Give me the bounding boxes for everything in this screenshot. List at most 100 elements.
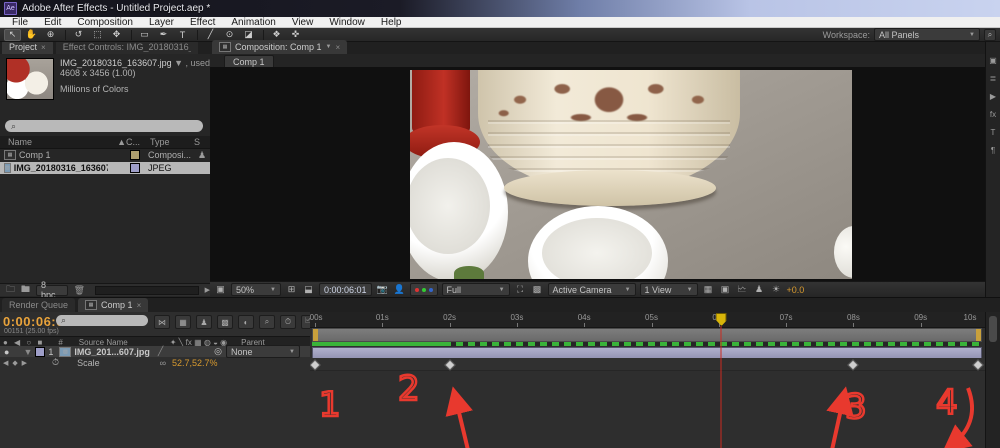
grid-options-icon[interactable]: ▦ bbox=[702, 284, 715, 295]
keyframe-track[interactable] bbox=[310, 358, 985, 371]
work-area-end-handle[interactable] bbox=[976, 329, 981, 341]
tab-render-queue[interactable]: Render Queue bbox=[2, 298, 75, 312]
hand-tool[interactable]: ✋ bbox=[23, 29, 40, 41]
timeline-search-input[interactable]: ⌕ bbox=[56, 315, 148, 326]
quality-icon[interactable]: ╱ bbox=[158, 346, 163, 357]
reset-exposure-icon[interactable]: ☀ bbox=[770, 284, 783, 295]
info-panel-icon[interactable]: ▣ bbox=[989, 56, 997, 65]
draft-3d-icon[interactable]: ▦ bbox=[175, 315, 191, 329]
column-c[interactable]: C... bbox=[126, 137, 150, 147]
effects-presets-panel-icon[interactable]: fx bbox=[990, 110, 996, 119]
interpret-footage-icon[interactable]: 🗀 bbox=[6, 282, 15, 298]
property-name[interactable]: Scale bbox=[77, 358, 100, 368]
tab-composition[interactable]: ▦ Composition: Comp 1 ▼ × bbox=[212, 40, 347, 54]
layer-name[interactable]: IMG_201...607.jpg bbox=[74, 347, 150, 357]
selection-tool[interactable]: ↖ bbox=[4, 29, 21, 41]
column-name[interactable]: Name ▲ bbox=[8, 137, 126, 147]
keyframe-diamond[interactable] bbox=[848, 359, 859, 370]
menu-file[interactable]: File bbox=[4, 17, 36, 28]
menu-window[interactable]: Window bbox=[321, 17, 373, 28]
horizontal-scrollbar[interactable] bbox=[95, 286, 199, 295]
show-snapshot-icon[interactable]: 👤 bbox=[393, 284, 406, 295]
pen-tool[interactable]: ✒ bbox=[155, 29, 172, 41]
region-of-interest-icon[interactable]: ⛶ bbox=[514, 284, 527, 295]
menu-help[interactable]: Help bbox=[373, 17, 410, 28]
close-icon[interactable]: × bbox=[137, 301, 142, 310]
close-icon[interactable]: × bbox=[41, 43, 46, 52]
workspace-dropdown[interactable]: All Panels ▼ bbox=[874, 28, 980, 41]
time-ruler[interactable]: :00s01s02s03s04s05s06s07s08s09s10s bbox=[310, 312, 985, 328]
shape-tool[interactable]: ▭ bbox=[136, 29, 153, 41]
chevron-down-icon[interactable]: ▼ bbox=[23, 347, 32, 357]
scrollbar-thumb[interactable] bbox=[989, 316, 997, 342]
snapshot-icon[interactable]: 📷 bbox=[376, 284, 389, 295]
always-preview-icon[interactable]: ▣ bbox=[214, 284, 227, 295]
roto-brush-tool[interactable]: ❖ bbox=[268, 29, 285, 41]
keyframe-navigator[interactable]: ◀ ◆ ▶ bbox=[3, 359, 28, 367]
menu-layer[interactable]: Layer bbox=[141, 17, 182, 28]
view-layout-dropdown[interactable]: 1 View▼ bbox=[640, 283, 698, 296]
keyframe-diamond[interactable] bbox=[310, 359, 321, 370]
menu-effect[interactable]: Effect bbox=[182, 17, 223, 28]
timeline-vertical-scrollbar[interactable] bbox=[985, 312, 1000, 448]
tab-timeline-comp1[interactable]: ▦ Comp 1× bbox=[78, 298, 148, 312]
layer-row[interactable]: ● ▼ 1 ▨ IMG_201...607.jpg ╱ ◎ None▼ bbox=[0, 346, 310, 357]
resolution-dropdown[interactable]: Full▼ bbox=[442, 283, 510, 296]
project-item-comp1[interactable]: ▦Comp 1 Composi... ♟ bbox=[0, 149, 210, 161]
new-folder-icon[interactable]: 🖿 bbox=[21, 282, 30, 298]
camera-dropdown[interactable]: Active Camera▼ bbox=[548, 283, 636, 296]
channel-icon[interactable] bbox=[410, 283, 438, 296]
work-area-bar[interactable] bbox=[312, 328, 982, 342]
frame-blend-icon[interactable]: ▩ bbox=[217, 315, 233, 329]
menu-edit[interactable]: Edit bbox=[36, 17, 69, 28]
eye-icon[interactable]: ● bbox=[4, 347, 9, 357]
menu-animation[interactable]: Animation bbox=[223, 17, 283, 28]
preview-panel-icon[interactable]: ▶ bbox=[990, 92, 996, 101]
auto-keyframe-icon[interactable]: ⏱ bbox=[280, 315, 296, 329]
rotation-tool[interactable]: ↺ bbox=[70, 29, 87, 41]
project-item-footage[interactable]: ▨IMG_20180316_163607.jpg JPEG bbox=[0, 162, 210, 174]
close-icon[interactable]: × bbox=[336, 43, 341, 52]
character-panel-icon[interactable]: T bbox=[991, 128, 996, 137]
parent-pickwhip-icon[interactable]: ◎ bbox=[214, 346, 222, 357]
menu-view[interactable]: View bbox=[284, 17, 322, 28]
viewer-timecode[interactable]: 0:00:06:01 bbox=[319, 283, 372, 296]
work-area-start-handle[interactable] bbox=[313, 329, 318, 341]
layer-label-swatch[interactable] bbox=[35, 347, 45, 357]
timeline-graph-area[interactable]: :00s01s02s03s04s05s06s07s08s09s10s bbox=[310, 312, 985, 448]
bit-depth-button[interactable]: 8 bpc bbox=[36, 285, 68, 296]
menu-composition[interactable]: Composition bbox=[69, 17, 141, 28]
brush-tool[interactable]: ╱ bbox=[202, 29, 219, 41]
transparency-grid-icon[interactable]: ▩ bbox=[531, 284, 544, 295]
type-tool[interactable]: T bbox=[174, 29, 191, 41]
clone-stamp-tool[interactable]: ⊙ bbox=[221, 29, 238, 41]
eraser-tool[interactable]: ◪ bbox=[240, 29, 257, 41]
scale-value[interactable]: 52.7,52.7% bbox=[172, 358, 218, 368]
keyframe-diamond[interactable] bbox=[972, 359, 983, 370]
unified-camera-tool[interactable]: ⬚ bbox=[89, 29, 106, 41]
stopwatch-icon[interactable]: ⏱ bbox=[52, 357, 59, 368]
tab-project[interactable]: Project× bbox=[2, 42, 53, 54]
mask-visibility-icon[interactable]: ⬓ bbox=[302, 284, 315, 295]
link-dimensions-icon[interactable]: ∞ bbox=[160, 358, 166, 368]
zoom-tool[interactable]: ⊕ bbox=[42, 29, 59, 41]
search-help-box[interactable]: ⌕ bbox=[984, 29, 996, 41]
label-swatch[interactable] bbox=[130, 163, 140, 173]
pan-behind-tool[interactable]: ✥ bbox=[108, 29, 125, 41]
paragraph-panel-icon[interactable]: ¶ bbox=[991, 146, 995, 155]
puppet-pin-tool[interactable]: ✜ bbox=[287, 29, 304, 41]
pixel-aspect-icon[interactable]: ▣ bbox=[719, 284, 732, 295]
project-search-input[interactable]: ⌕ bbox=[5, 120, 203, 132]
tab-effect-controls[interactable]: Effect Controls: IMG_20180316_163607.jp bbox=[56, 42, 198, 54]
motion-blur-icon[interactable]: ◐ bbox=[238, 315, 254, 329]
timeline-flow-icon[interactable]: ♟ bbox=[753, 284, 766, 295]
column-s[interactable]: S bbox=[194, 137, 200, 147]
safe-guides-icon[interactable]: ⊞ bbox=[285, 284, 298, 295]
audio-panel-icon[interactable]: ≣ bbox=[990, 74, 997, 83]
hide-shy-icon[interactable]: ♟ bbox=[196, 315, 212, 329]
exposure-value[interactable]: +0.0 bbox=[787, 285, 805, 295]
magnification-dropdown[interactable]: 50%▼ bbox=[231, 283, 281, 296]
mini-flowchart-icon[interactable]: ⋈ bbox=[154, 315, 170, 329]
keyframe-diamond[interactable] bbox=[444, 359, 455, 370]
brainstorm-icon[interactable]: ⌕ bbox=[259, 315, 275, 329]
